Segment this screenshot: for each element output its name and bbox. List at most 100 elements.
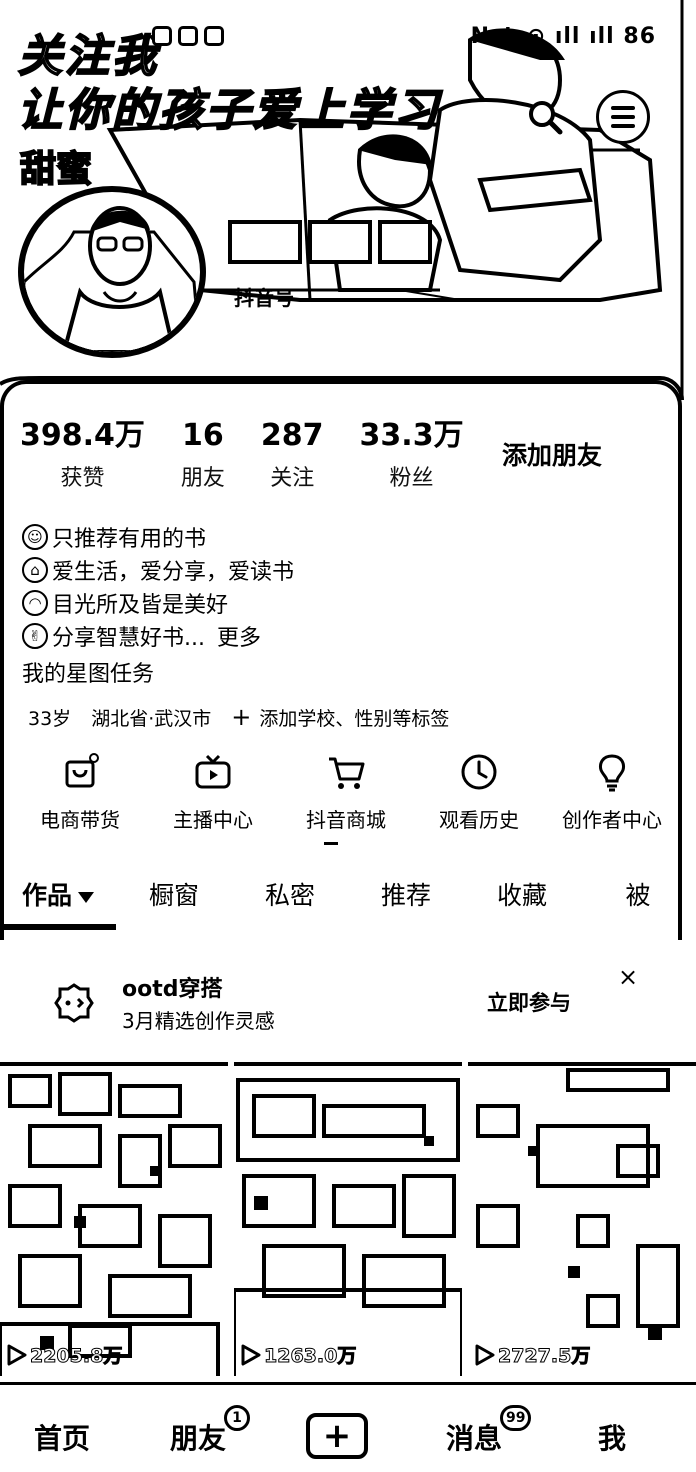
tab-works[interactable]: 作品: [0, 868, 116, 928]
stat-followers[interactable]: 33.3万 粉丝: [360, 418, 464, 492]
thumbnail-image: [468, 1066, 696, 1376]
stat-likes[interactable]: 398.4万 获赞: [20, 418, 145, 492]
thumbnail-image: [0, 1066, 228, 1376]
app-notification-icon: [178, 26, 198, 46]
tab-showcase[interactable]: 橱窗: [116, 868, 232, 928]
app-notification-icon: [152, 26, 172, 46]
nav-friends[interactable]: 朋友 1: [170, 1405, 250, 1457]
tool-watch-history[interactable]: 观看历史: [415, 752, 543, 833]
shopping-bag-icon: [65, 753, 99, 788]
stat-value: 33.3万: [359, 418, 464, 453]
clock-icon: [461, 754, 497, 790]
close-icon[interactable]: ×: [618, 963, 638, 991]
add-friend-button[interactable]: 添加朋友: [502, 436, 602, 472]
thumbnail-image: [234, 1066, 462, 1376]
tool-mall[interactable]: 抖音商城: [282, 752, 410, 833]
video-thumbnail[interactable]: 2727.5万: [468, 1062, 696, 1376]
join-button[interactable]: 立即参与: [487, 987, 571, 1017]
caret-down-icon: [78, 891, 94, 903]
play-icon: [475, 1344, 495, 1365]
tab-favorites[interactable]: 收藏: [464, 868, 580, 928]
menu-button[interactable]: [596, 90, 650, 144]
profile-banner: 关注我 N ✱ ⊙ ıll ıll 86 让你的孩子爱上学习 甜蜜 抖音号: [0, 0, 696, 400]
tools-page-indicator: [324, 842, 338, 845]
rainbow-emoji-icon: ◠: [22, 589, 48, 616]
bio-more-link[interactable]: 更多: [217, 620, 261, 652]
bottom-navigation: 首页 朋友 1 + 消息 99 我: [0, 1382, 696, 1472]
nav-messages[interactable]: 消息 99: [446, 1405, 532, 1457]
active-tab-indicator: [0, 924, 116, 930]
nav-messages-label: 消息: [446, 1422, 503, 1455]
bio-line: ☺ 只推荐有用的书: [22, 520, 294, 553]
play-count-text: 2205.8万: [29, 1345, 123, 1368]
play-count: 1263.0万: [238, 1341, 357, 1368]
cart-icon: [329, 757, 365, 789]
bio-line: ✌ 分享智慧好书... 更多: [22, 619, 294, 652]
play-icon: [7, 1344, 27, 1365]
tv-play-icon: [195, 754, 231, 789]
bio-text: 目光所及皆是美好: [52, 592, 229, 618]
video-grid: 2205.8万 1263.0万 2727.5万: [0, 1062, 696, 1376]
notification-icons: [152, 26, 224, 46]
house-emoji-icon: ⌂: [22, 556, 48, 583]
stat-value: 16: [182, 418, 224, 453]
profile-stats: 398.4万 获赞 16 朋友 287 关注 33.3万 粉丝: [20, 418, 500, 492]
tool-creator-center[interactable]: 创作者中心: [548, 752, 676, 833]
stat-friends[interactable]: 16 朋友: [181, 418, 225, 492]
stat-label: 朋友: [180, 466, 225, 491]
tab-liked[interactable]: 被: [580, 868, 696, 928]
menu-icon-bar: [611, 115, 635, 119]
promo-subtitle: 3月精选创作灵感: [122, 1009, 275, 1033]
nav-home[interactable]: 首页: [34, 1417, 90, 1457]
play-count-text: 1263.0万: [263, 1345, 357, 1368]
play-count-text: 2727.5万: [497, 1345, 591, 1368]
tool-ecommerce[interactable]: 电商带货: [16, 752, 144, 833]
tool-label: 观看历史: [439, 808, 519, 832]
content-tabs: 作品 橱窗 私密 推荐 收藏 被: [0, 868, 696, 928]
stat-value: 287: [260, 418, 324, 453]
video-thumbnail[interactable]: 2205.8万: [0, 1062, 228, 1376]
avatar-portrait: [24, 206, 200, 352]
messages-badge: 99: [500, 1405, 532, 1431]
stat-label: 粉丝: [389, 466, 434, 491]
age-tag: 33岁: [28, 708, 72, 730]
tab-label: 作品: [21, 881, 72, 910]
promo-title: ootd穿搭: [122, 977, 223, 1002]
tab-recommended[interactable]: 推荐: [348, 868, 464, 928]
search-button[interactable]: [524, 96, 566, 138]
stat-following[interactable]: 287 关注: [261, 418, 324, 492]
add-tags-label: 添加学校、性别等标签: [259, 708, 450, 730]
stat-label: 获赞: [60, 466, 105, 491]
profile-tags: 33岁 湖北省·武汉市 + 添加学校、性别等标签: [28, 704, 449, 731]
menu-icon-bar: [611, 106, 635, 110]
nav-friends-label: 朋友: [170, 1422, 227, 1455]
topic-badge-icon: [54, 983, 94, 1023]
douyin-id-label: 抖音号: [234, 286, 294, 310]
banner-doodle: 甜蜜: [19, 147, 93, 191]
bio-text: 爱生活，爱分享，爱读书: [52, 559, 295, 585]
play-count: 2727.5万: [472, 1341, 591, 1368]
promo-banner[interactable]: ootd穿搭 3月精选创作灵感 立即参与 ×: [0, 955, 696, 1040]
bio: ☺ 只推荐有用的书 ⌂ 爱生活，爱分享，爱读书 ◠ 目光所及皆是美好 ✌ 分享智…: [22, 520, 294, 652]
friends-badge: 1: [224, 1405, 250, 1431]
tool-live-center[interactable]: 主播中心: [149, 752, 277, 833]
menu-icon-bar: [611, 124, 635, 128]
status-bar-right: N ✱ ⊙ ıll ıll 86: [470, 24, 656, 49]
plus-icon: +: [231, 703, 252, 731]
tab-private[interactable]: 私密: [232, 868, 348, 928]
avatar[interactable]: [18, 186, 206, 358]
bio-text: 分享智慧好书...: [52, 625, 205, 651]
smile-emoji-icon: ☺: [22, 523, 48, 550]
star-task-link[interactable]: 我的星图任务: [22, 656, 154, 688]
location-tag: 湖北省·武汉市: [91, 708, 212, 730]
create-button[interactable]: +: [306, 1413, 368, 1459]
tool-label: 创作者中心: [562, 808, 662, 832]
video-thumbnail[interactable]: 1263.0万: [234, 1062, 462, 1376]
add-tags-button[interactable]: + 添加学校、性别等标签: [231, 704, 449, 731]
tool-label: 抖音商城: [306, 808, 386, 832]
bio-text: 只推荐有用的书: [52, 526, 207, 552]
bio-line: ⌂ 爱生活，爱分享，爱读书: [22, 553, 294, 586]
nav-me[interactable]: 我: [598, 1417, 626, 1457]
victory-hand-emoji-icon: ✌: [22, 622, 48, 649]
play-icon: [241, 1344, 261, 1365]
